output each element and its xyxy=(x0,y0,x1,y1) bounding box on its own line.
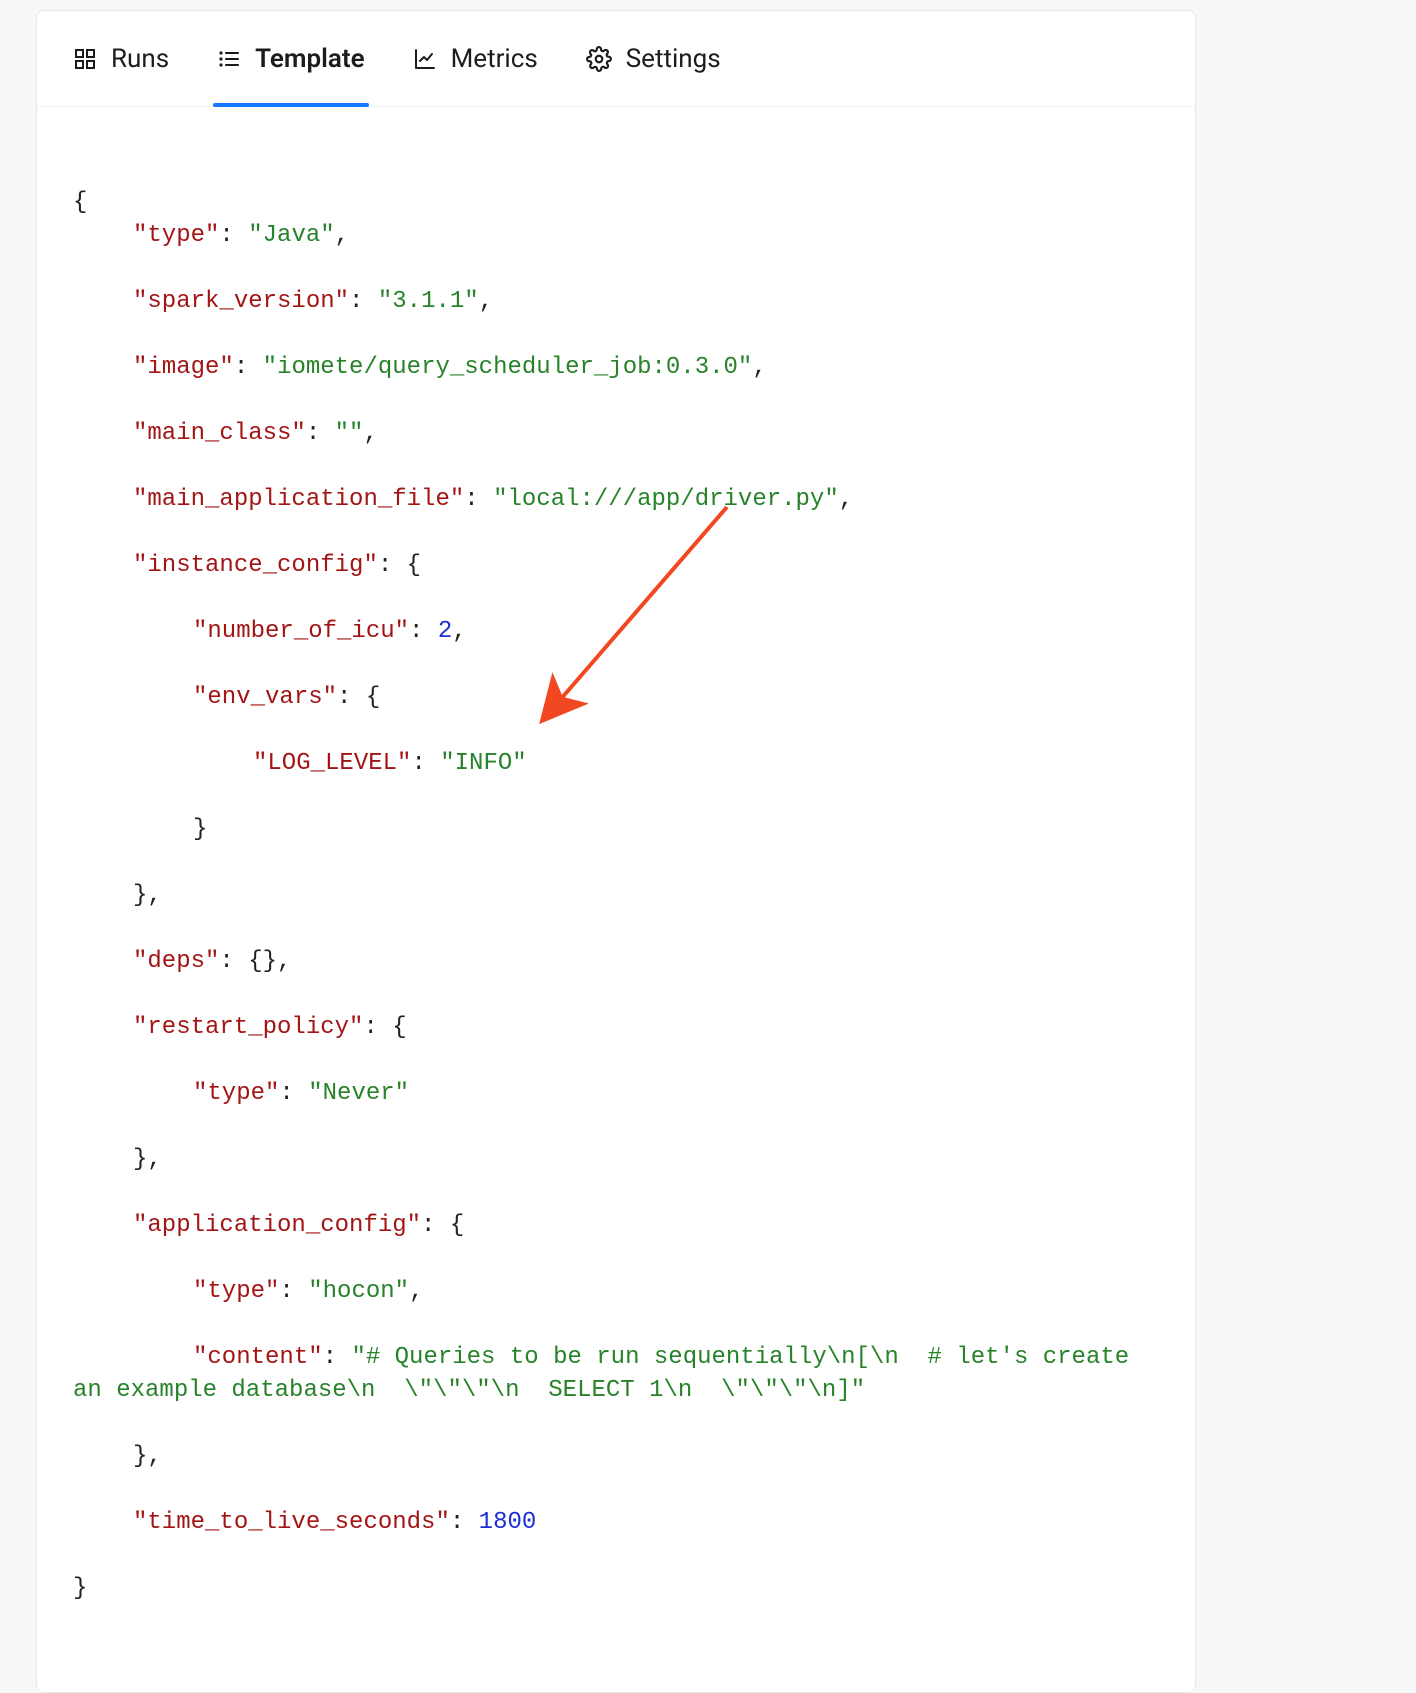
tab-bar: Runs Template Metrics xyxy=(37,11,1195,107)
key-main-app-file: "main_application_file" xyxy=(133,486,464,513)
tab-metrics-label: Metrics xyxy=(451,44,538,74)
card: Runs Template Metrics xyxy=(36,10,1196,1693)
val-rp-type: "Never" xyxy=(308,1080,409,1107)
list-icon xyxy=(217,47,241,71)
key-instance-config: "instance_config" xyxy=(133,552,378,579)
key-ac-content: "content" xyxy=(193,1344,323,1371)
code: { "type": "Java", "spark_version": "3.1.… xyxy=(73,153,1159,1638)
key-ttl: "time_to_live_seconds" xyxy=(133,1509,450,1536)
val-main-class: "" xyxy=(335,420,364,447)
val-ac-type: "hocon" xyxy=(308,1278,409,1305)
val-type: "Java" xyxy=(248,222,334,249)
brace: { xyxy=(73,189,87,216)
tab-runs[interactable]: Runs xyxy=(73,11,169,106)
grid-icon xyxy=(73,47,97,71)
key-env-vars: "env_vars" xyxy=(193,684,337,711)
tab-template-label: Template xyxy=(255,44,364,74)
tab-runs-label: Runs xyxy=(111,44,169,74)
val-number-of-icu: 2 xyxy=(438,618,452,645)
val-spark-version: "3.1.1" xyxy=(378,288,479,315)
key-application-config: "application_config" xyxy=(133,1212,421,1239)
gear-icon xyxy=(586,46,612,72)
brace-close: } xyxy=(73,1575,87,1602)
key-type: "type" xyxy=(133,222,219,249)
val-log-level: "INFO" xyxy=(440,750,526,777)
key-main-class: "main_class" xyxy=(133,420,306,447)
tab-metrics[interactable]: Metrics xyxy=(413,11,538,106)
key-ac-type: "type" xyxy=(193,1278,279,1305)
key-restart-policy: "restart_policy" xyxy=(133,1014,363,1041)
key-log-level: "LOG_LEVEL" xyxy=(253,750,411,777)
template-code-block: { "type": "Java", "spark_version": "3.1.… xyxy=(37,107,1195,1692)
key-spark-version: "spark_version" xyxy=(133,288,349,315)
tab-settings[interactable]: Settings xyxy=(586,11,721,106)
val-ttl: 1800 xyxy=(479,1509,537,1536)
key-rp-type: "type" xyxy=(193,1080,279,1107)
chart-icon xyxy=(413,47,437,71)
key-deps: "deps" xyxy=(133,948,219,975)
key-image: "image" xyxy=(133,354,234,381)
val-image: "iomete/query_scheduler_job:0.3.0" xyxy=(263,354,753,381)
tab-template[interactable]: Template xyxy=(217,11,364,106)
key-number-of-icu: "number_of_icu" xyxy=(193,618,409,645)
val-main-app-file: "local:///app/driver.py" xyxy=(493,486,839,513)
tab-settings-label: Settings xyxy=(626,44,721,74)
